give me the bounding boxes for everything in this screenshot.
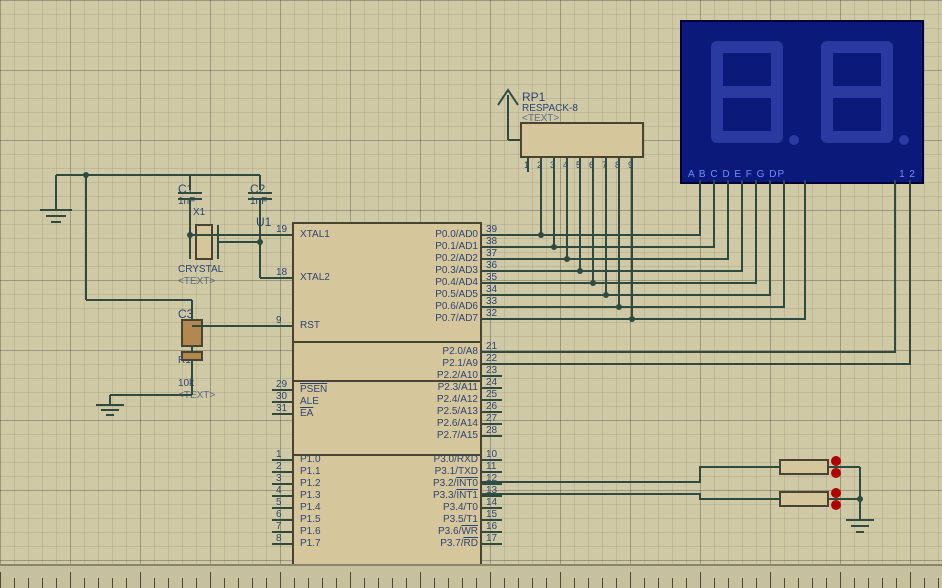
respack-pin-num: 3: [550, 160, 555, 170]
cap-c3[interactable]: [182, 320, 202, 346]
respack-pin-num: 2: [537, 160, 542, 170]
respack-pin-num: 6: [589, 160, 594, 170]
respack-pin-num: 9: [628, 160, 633, 170]
respack-pin-num: 4: [563, 160, 568, 170]
respack-pin-num: 5: [576, 160, 581, 170]
bottom-ruler: [0, 564, 942, 588]
resistor-r1[interactable]: [182, 352, 202, 360]
vcc-respack: [498, 90, 520, 140]
ground-symbol-buttons: [846, 520, 874, 532]
respack-pin-num: 1: [524, 160, 529, 170]
schematic-canvas[interactable]: U1 80C51 19XTAL118XTAL29RST29PSEN30ALE31…: [0, 0, 942, 588]
crystal-x1[interactable]: [190, 225, 218, 259]
p0-data-bus: [482, 172, 805, 322]
ground-symbol-r1: [96, 395, 192, 415]
respack-pin-num: 8: [615, 160, 620, 170]
ground-symbol-left: [40, 175, 72, 222]
respack-pin-num: 7: [602, 160, 607, 170]
